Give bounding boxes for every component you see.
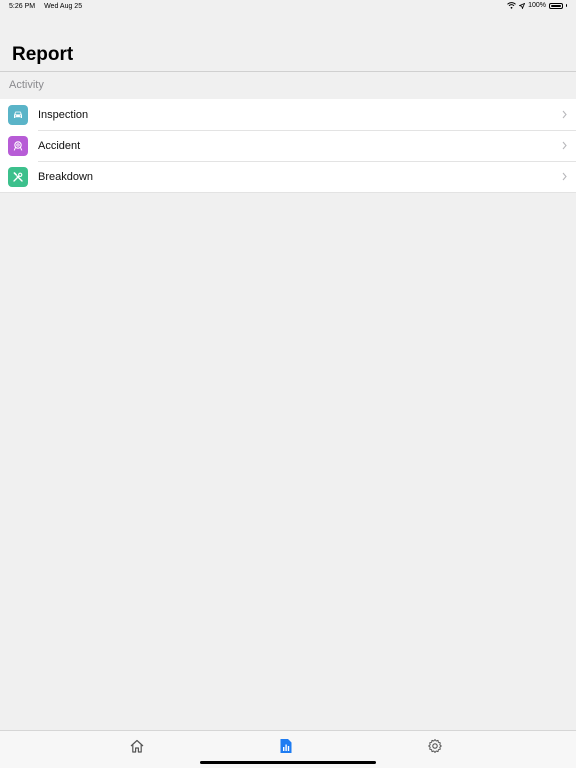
status-date: Wed Aug 25 xyxy=(44,3,83,10)
tab-bar xyxy=(0,730,576,768)
list-item-label: Inspection xyxy=(38,108,89,121)
battery-tip xyxy=(566,4,567,7)
chevron-right-icon xyxy=(562,168,567,186)
status-time: 5:26 PM xyxy=(9,3,36,10)
accident-icon xyxy=(8,135,28,156)
chevron-right-icon xyxy=(562,137,567,155)
status-bar: 5:26 PM Wed Aug 25 100% xyxy=(0,0,576,14)
tab-settings[interactable] xyxy=(425,738,445,758)
location-arrow-icon xyxy=(519,2,526,9)
report-icon xyxy=(279,738,293,759)
tab-report[interactable] xyxy=(276,738,296,758)
tools-icon xyxy=(8,166,28,187)
car-icon xyxy=(8,104,28,125)
battery-percent: 100% xyxy=(528,2,546,9)
home-indicator[interactable] xyxy=(200,761,376,764)
battery-icon xyxy=(549,2,563,9)
list-item-label: Breakdown xyxy=(38,170,94,183)
section-header-activity: Activity xyxy=(9,79,44,91)
report-screen: 5:26 PM Wed Aug 25 100% Report Activity … xyxy=(0,0,576,768)
home-icon xyxy=(129,738,145,759)
status-right: 100% xyxy=(507,2,567,9)
page-title: Report xyxy=(12,44,74,65)
chevron-right-icon xyxy=(562,106,567,124)
status-left: 5:26 PM Wed Aug 25 xyxy=(9,3,82,10)
list-item-accident[interactable]: Accident xyxy=(0,130,576,161)
list-item-inspection[interactable]: Inspection xyxy=(0,99,576,130)
gear-icon xyxy=(427,738,443,759)
title-divider xyxy=(0,71,576,72)
list-item-breakdown[interactable]: Breakdown xyxy=(0,161,576,193)
tab-home[interactable] xyxy=(127,738,147,758)
list-item-label: Accident xyxy=(38,139,81,152)
activity-list: Inspection Accident Breakdown xyxy=(0,99,576,193)
wifi-icon xyxy=(507,2,516,9)
battery-fill xyxy=(551,4,561,7)
